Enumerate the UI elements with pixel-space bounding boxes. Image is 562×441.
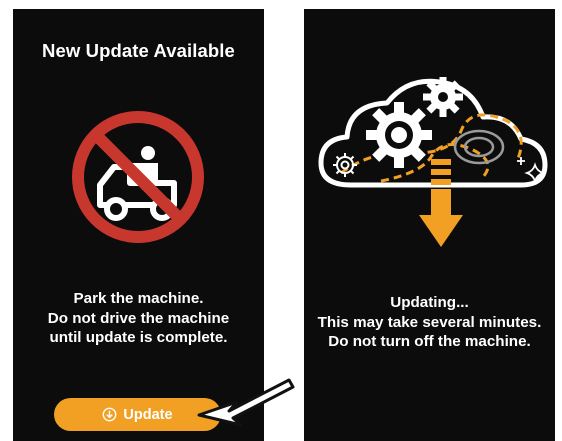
park-instructions: Park the machine. Do not drive the machi… <box>13 289 264 348</box>
small-gear-icon <box>423 77 463 117</box>
update-button-label: Update <box>123 406 173 423</box>
message-line: until update is complete. <box>49 329 228 346</box>
message-line: Updating... <box>390 294 469 311</box>
message-line: Do not turn off the machine. <box>328 333 531 350</box>
updating-status: Updating... This may take several minute… <box>304 293 555 352</box>
no-driving-machine-icon <box>72 111 204 243</box>
download-icon <box>102 407 117 422</box>
prohibit-sign-icon <box>72 111 204 243</box>
message-line: Do not drive the machine <box>47 309 230 327</box>
message-line: Park the machine. <box>73 290 204 307</box>
screen-title: New Update Available <box>42 40 235 61</box>
message-line: This may take several minutes. <box>317 313 542 331</box>
download-arrow-icon <box>419 159 463 247</box>
updating-screen: Updating... This may take several minute… <box>304 9 555 441</box>
pointer-arrow-icon <box>197 378 295 427</box>
